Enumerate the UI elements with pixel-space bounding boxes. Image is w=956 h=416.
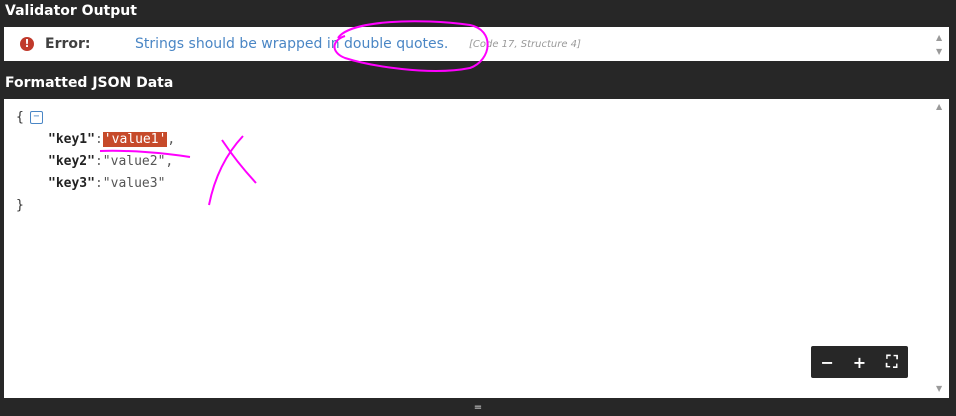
json-colon: : [94,176,103,191]
error-label: Error: [45,36,91,52]
json-key: "key1" [48,132,95,147]
formatted-json-title: Formatted JSON Data [5,75,174,91]
json-value-error: 'value1' [102,132,168,147]
zoom-in-button[interactable]: + [847,353,871,372]
json-editor[interactable]: {− "key1":'value1', "key2":"value2", "ke… [4,99,949,398]
json-colon: : [94,132,103,147]
json-key: "key3" [48,176,95,191]
error-icon: ! [20,37,34,51]
json-colon: : [94,154,103,169]
close-brace: } [16,198,24,213]
json-comma: , [165,154,174,169]
json-value: "value3" [102,176,166,191]
code-line: "key1":'value1', [16,129,175,151]
validator-output-title: Validator Output [5,3,137,19]
code-line: {− [16,107,175,129]
code-line: "key3":"value3" [16,173,175,195]
scroll-down-icon[interactable]: ▼ [936,385,942,393]
editor-scrollbar[interactable]: ▲ ▼ [935,99,945,398]
scroll-up-icon[interactable]: ▲ [936,103,942,111]
page: Validator Output ! Error: Strings should… [0,0,956,416]
error-code: [Code 17, Structure 4] [469,39,581,50]
code-line: "key2":"value2", [16,151,175,173]
code-line: } [16,195,175,217]
collapse-toggle-icon[interactable]: − [29,111,43,124]
json-value: "value2" [102,154,166,169]
json-code: {− "key1":'value1', "key2":"value2", "ke… [16,107,175,217]
error-message: Strings should be wrapped in double quot… [135,36,449,52]
resize-handle[interactable]: = [0,400,956,416]
fullscreen-button[interactable]: ⛶ [880,352,904,372]
zoom-out-button[interactable]: − [815,353,839,372]
json-key: "key2" [48,154,95,169]
validator-output-panel: ! Error: Strings should be wrapped in do… [4,27,949,61]
zoom-toolbar: − + ⛶ [811,346,908,378]
validator-scrollbar[interactable]: ▲ ▼ [935,27,945,61]
scroll-down-icon[interactable]: ▼ [936,48,942,56]
json-comma: , [167,132,176,147]
scroll-up-icon[interactable]: ▲ [936,34,942,42]
open-brace: { [16,110,24,125]
